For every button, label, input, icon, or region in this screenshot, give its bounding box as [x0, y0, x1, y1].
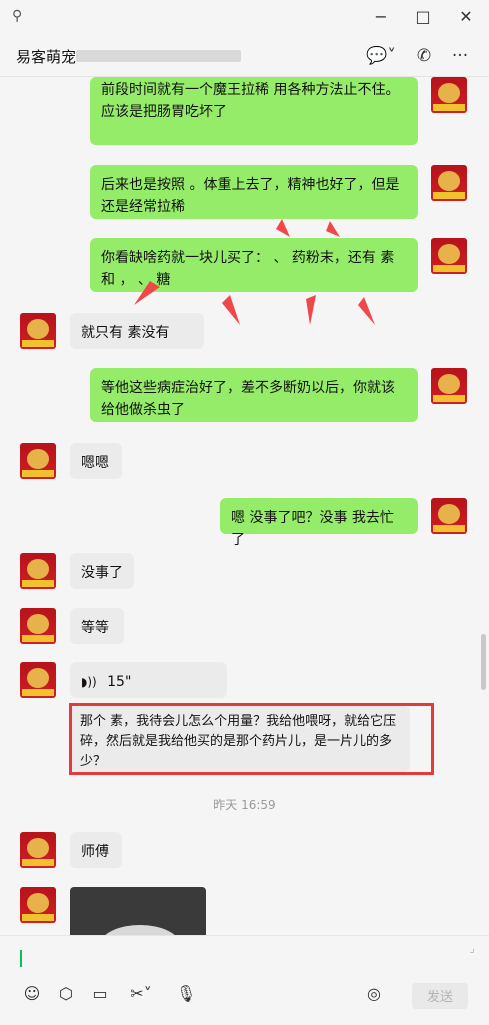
avatar[interactable]: [20, 608, 56, 644]
resize-handle[interactable]: ⌟: [469, 941, 475, 955]
avatar[interactable]: [431, 238, 467, 274]
message-bubble: 嗯 没事了吧？没事 我去忙了: [220, 498, 418, 548]
pin-icon[interactable]: ⚲: [12, 8, 22, 24]
chat-header: 易客萌宠 💬˅ ✆ ···: [0, 36, 489, 77]
voice-message[interactable]: ◗)) 15": [70, 662, 227, 698]
close-button[interactable]: ✕: [455, 6, 477, 28]
voice-duration: 15": [107, 674, 132, 690]
text-cursor: [20, 950, 22, 967]
scrollbar[interactable]: [481, 634, 486, 690]
annotation-arrows: [134, 219, 375, 325]
message-bubble: 前段时间就有一个魔王拉稀 用各种方法止不住。 应该是把肠胃吃坏了: [90, 77, 418, 145]
image-message[interactable]: [70, 887, 206, 935]
voice-icon: ◗)): [81, 675, 97, 689]
avatar[interactable]: [431, 77, 467, 113]
avatar[interactable]: [431, 368, 467, 404]
redacted-title: [76, 50, 241, 62]
mic-icon[interactable]: 🎙: [176, 984, 196, 1004]
message-bubble: 后来也是按照 。体重上去了，精神也好了，但是还是经常拉稀: [90, 165, 418, 219]
avatar[interactable]: [431, 498, 467, 534]
avatar[interactable]: [431, 165, 467, 201]
message-bubble: 没事了: [70, 553, 134, 589]
minimize-button[interactable]: −: [370, 6, 392, 28]
message-bubble: 就只有 素没有: [70, 313, 204, 349]
chat-info-icon[interactable]: 💬˅: [363, 45, 399, 67]
highlight-box: [69, 703, 434, 775]
avatar[interactable]: [20, 887, 56, 923]
message-bubble: 师傅: [70, 832, 122, 868]
avatar[interactable]: [20, 313, 56, 349]
box-icon[interactable]: ⬡: [56, 984, 76, 1004]
maximize-button[interactable]: □: [412, 6, 434, 28]
scissors-icon[interactable]: ✂˅: [125, 984, 157, 1004]
more-icon[interactable]: ···: [448, 45, 472, 67]
message-bubble: 等他这些病症治好了，差不多断奶以后，你就该给他做杀虫了: [90, 368, 418, 422]
message-list[interactable]: 前段时间就有一个魔王拉稀 用各种方法止不住。 应该是把肠胃吃坏了 后来也是按照 …: [0, 77, 489, 935]
call-icon[interactable]: ✆: [412, 45, 436, 67]
voice-input-icon[interactable]: ◎: [364, 984, 384, 1004]
input-area[interactable]: ⌟ ☺ ⬡ ▭ ✂˅ 🎙 ◎ 发送: [0, 935, 489, 1025]
title-bar: ⚲ − □ ✕: [0, 0, 489, 36]
timestamp: 昨天 16:59: [213, 798, 276, 812]
message-bubble: 等等: [70, 608, 124, 644]
message-bubble: 嗯嗯: [70, 443, 122, 479]
avatar[interactable]: [20, 443, 56, 479]
folder-icon[interactable]: ▭: [90, 984, 110, 1004]
avatar[interactable]: [20, 553, 56, 589]
avatar[interactable]: [20, 832, 56, 868]
chat-title: 易客萌宠: [16, 48, 77, 66]
avatar[interactable]: [20, 662, 56, 698]
emoji-icon[interactable]: ☺: [22, 984, 42, 1004]
send-button[interactable]: 发送: [412, 983, 468, 1009]
